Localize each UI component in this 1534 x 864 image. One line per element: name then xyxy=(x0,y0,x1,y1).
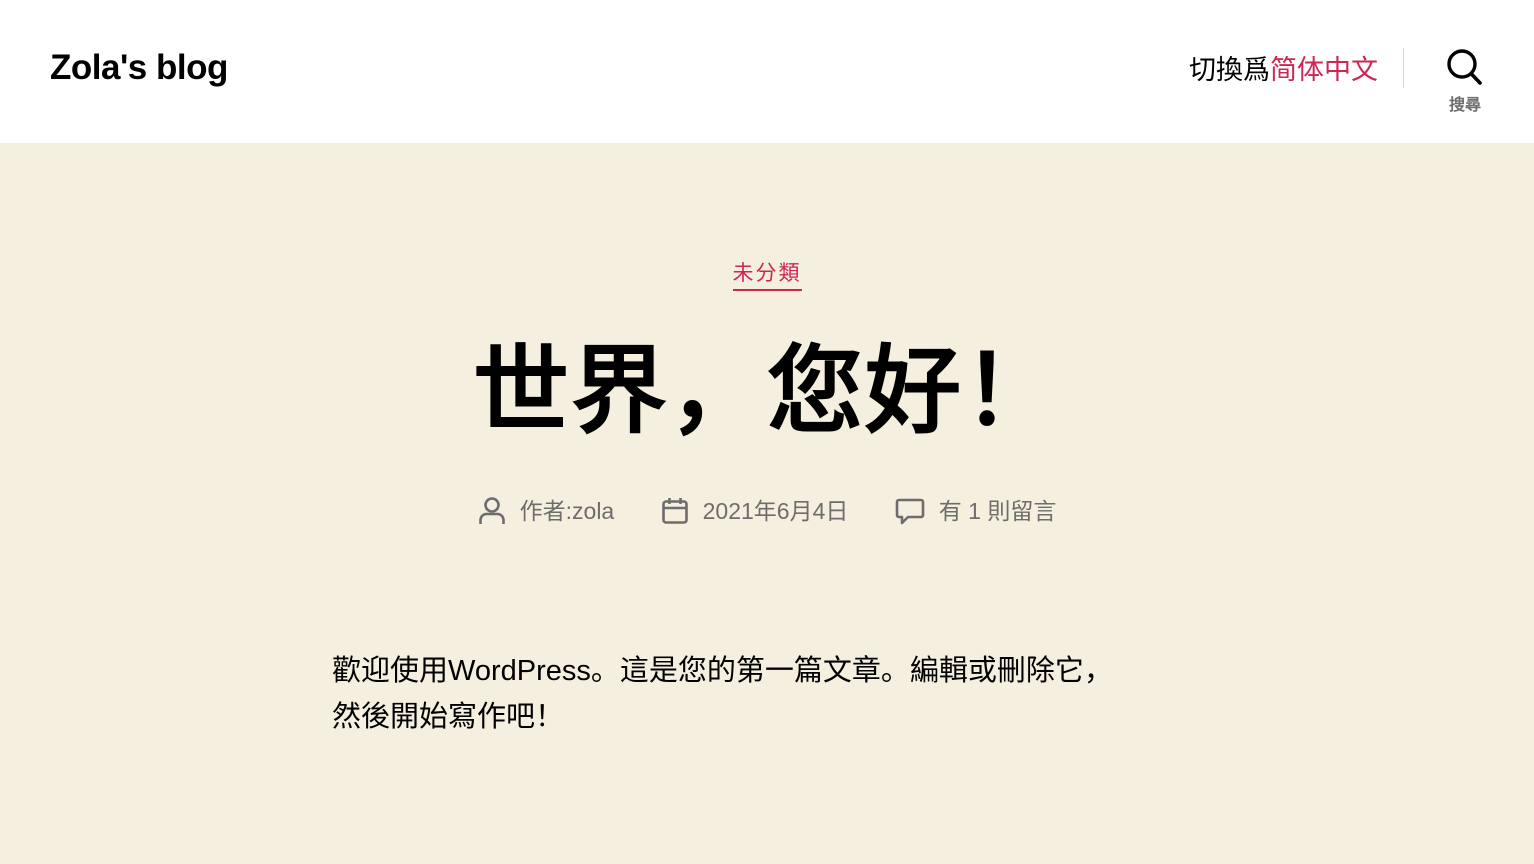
post-title: 世界，您好！ xyxy=(473,338,1061,445)
comments-link[interactable]: 有 1 則留言 xyxy=(939,494,1057,528)
author-prefix: 作者: xyxy=(519,497,573,524)
search-toggle-button[interactable]: 搜尋 xyxy=(1432,48,1498,122)
date-link[interactable]: 2021年6月4日 xyxy=(703,494,849,528)
post-comments: 有 1 則留言 xyxy=(895,494,1057,528)
site-header: Zola's blog 切換爲简体中文 搜尋 xyxy=(0,0,1534,143)
header-divider xyxy=(1403,48,1404,88)
author-link[interactable]: zola xyxy=(572,494,614,528)
post-meta: 作者: zola 2021年6月4日 有 1 則留言 xyxy=(0,492,1534,528)
post-author: 作者: zola xyxy=(478,494,614,528)
post-date: 2021年6月4日 xyxy=(661,494,849,528)
content-paragraph-line: 歡迎使用WordPress。這是您的第一篇文章。編輯或刪除它， xyxy=(332,655,1113,687)
comment-icon xyxy=(895,498,925,525)
user-icon xyxy=(478,497,505,524)
calendar-icon xyxy=(661,497,688,524)
language-switcher: 切換爲简体中文 xyxy=(1189,51,1378,89)
post-content: 歡迎使用WordPress。這是您的第一篇文章。編輯或刪除它， 然後開始寫作吧！ xyxy=(332,648,1202,740)
post-category: 未分類 xyxy=(0,260,1534,291)
content-paragraph-line: 然後開始寫作吧！ xyxy=(332,701,565,733)
language-switch-link[interactable]: 简体中文 xyxy=(1270,55,1378,85)
site-title-link[interactable]: Zola's blog xyxy=(50,44,228,92)
language-switch-prefix: 切換爲 xyxy=(1189,55,1270,85)
category-link[interactable]: 未分類 xyxy=(732,260,802,291)
search-label: 搜尋 xyxy=(1448,97,1481,114)
search-icon xyxy=(1447,49,1482,85)
